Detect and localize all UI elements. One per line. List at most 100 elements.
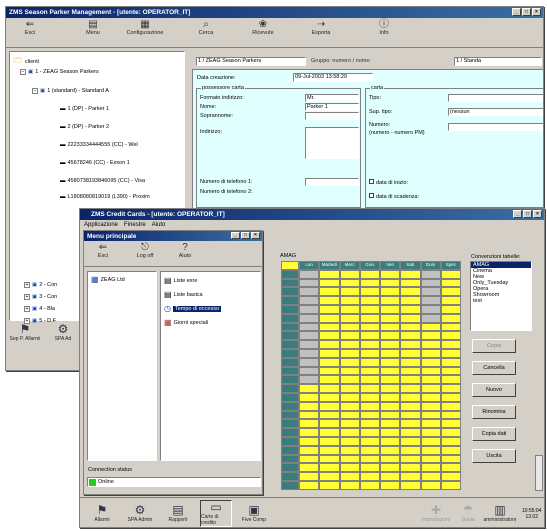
grid-cell[interactable] — [400, 340, 421, 349]
list-item-selected[interactable]: ◷ Tempo di eccesso — [164, 304, 222, 313]
grid-cell[interactable] — [440, 428, 461, 437]
grid-cell[interactable] — [359, 375, 380, 385]
grid-cell[interactable] — [299, 472, 320, 481]
grid-cell[interactable] — [339, 366, 360, 376]
grid-cell[interactable] — [339, 393, 360, 402]
grid-cell[interactable] — [359, 419, 380, 429]
rename-button[interactable]: Rinomina — [472, 405, 516, 419]
grid-cell[interactable] — [299, 401, 320, 411]
grid-cell[interactable] — [440, 296, 461, 305]
tool-search[interactable]: ⌕ Cerca — [186, 20, 226, 37]
name-field[interactable]: Parker 1 — [305, 103, 359, 111]
grid-cell[interactable] — [319, 375, 340, 385]
copy-data-button[interactable]: Copia dati — [472, 427, 516, 441]
grid-header-cell[interactable]: Spec — [440, 261, 461, 270]
grid-cell[interactable] — [339, 375, 360, 385]
taskbar-five-comp[interactable]: ▣ Five Comp — [238, 504, 270, 524]
grid-cell[interactable] — [339, 296, 360, 305]
grid-cell[interactable] — [400, 287, 421, 297]
maximize-button[interactable]: □ — [241, 232, 250, 239]
tool-help[interactable]: ? Aiuto — [170, 243, 200, 260]
close-button[interactable]: × — [533, 210, 542, 218]
taskbar-reports[interactable]: ▤ Rapporti — [162, 504, 194, 524]
grid-cell[interactable] — [319, 428, 340, 437]
tree-item[interactable]: ▬ 4580738193846095 (CC) - Visa — [60, 178, 145, 184]
grid-cell[interactable] — [319, 313, 340, 323]
grid-cell[interactable] — [440, 437, 461, 446]
grid-cell[interactable] — [299, 349, 320, 358]
grid-cell[interactable] — [440, 384, 461, 393]
tree-item[interactable]: ▦ ZEAG Ltd — [91, 275, 125, 284]
grid-cell[interactable] — [319, 384, 340, 393]
season-parker-titlebar[interactable]: ZMS Season Parker Management - [utente: … — [6, 7, 543, 18]
grid-cell[interactable] — [400, 349, 421, 358]
path-field[interactable]: 1 / ZEAG Season Parkers — [196, 57, 306, 66]
grid-cell[interactable] — [339, 401, 360, 411]
grid-cell[interactable] — [420, 454, 441, 464]
tool-logoff[interactable]: ⎋ Log off — [128, 243, 162, 260]
grid-cell[interactable] — [440, 349, 461, 358]
grid-cell[interactable] — [380, 410, 401, 420]
time-grid[interactable]: Lun Martedì Merc Giov Ven Sab Dom Spec — [281, 261, 461, 490]
address-field[interactable] — [305, 127, 359, 159]
grid-cell[interactable] — [420, 305, 441, 314]
grid-cell[interactable] — [380, 375, 401, 385]
grid-cell[interactable] — [440, 481, 461, 490]
maximize-button[interactable]: □ — [523, 210, 532, 218]
grid-cell[interactable] — [420, 278, 441, 288]
grid-cell[interactable] — [359, 349, 380, 358]
grid-cell[interactable] — [319, 481, 340, 490]
grid-cell[interactable] — [380, 384, 401, 393]
grid-cell[interactable] — [319, 340, 340, 349]
copy-button[interactable]: Copia — [472, 339, 516, 353]
expand-icon[interactable]: + — [24, 306, 30, 312]
grid-cell[interactable] — [440, 472, 461, 481]
grid-cell[interactable] — [319, 437, 340, 446]
grid-header-cell[interactable]: Merc — [339, 261, 360, 270]
delete-button[interactable]: Cancella — [472, 361, 516, 375]
grid-cell[interactable] — [359, 437, 380, 446]
grid-cell[interactable] — [319, 331, 340, 341]
grid-cell[interactable] — [420, 401, 441, 411]
grid-cell[interactable] — [400, 454, 421, 464]
grid-cell[interactable] — [440, 278, 461, 288]
grid-cell[interactable] — [380, 454, 401, 464]
grid-cell[interactable] — [440, 463, 461, 473]
list-item[interactable]: ▤ Liste basica — [164, 290, 203, 299]
grid-cell[interactable] — [299, 481, 320, 490]
grid-cell[interactable] — [420, 463, 441, 473]
grid-cell[interactable] — [420, 384, 441, 393]
grid-cell[interactable] — [299, 419, 320, 429]
grid-cell[interactable] — [339, 428, 360, 437]
grid-cell[interactable] — [319, 366, 340, 376]
tree-item[interactable]: − ▣ 1 (standard) - Standard A — [32, 88, 109, 94]
grid-cell[interactable] — [420, 410, 441, 420]
tree-item[interactable]: + ▣ 3 - Con — [24, 294, 57, 300]
number-field[interactable] — [448, 123, 543, 131]
tool-menu[interactable]: ▤ Menu — [70, 20, 116, 37]
grid-cell[interactable] — [380, 357, 401, 367]
grid-cell[interactable] — [440, 313, 461, 323]
grid-cell[interactable] — [380, 269, 401, 279]
grid-cell[interactable] — [400, 401, 421, 411]
grid-cell[interactable] — [339, 331, 360, 341]
grid-cell[interactable] — [380, 428, 401, 437]
list-item[interactable]: ▦ Giorni speciali — [164, 318, 208, 327]
grid-cell[interactable] — [400, 322, 421, 332]
grid-cell[interactable] — [359, 331, 380, 341]
grid-cell[interactable] — [440, 357, 461, 367]
grid-cell[interactable] — [319, 322, 340, 332]
grid-cell[interactable] — [400, 366, 421, 376]
grid-cell[interactable] — [440, 287, 461, 297]
grid-cell[interactable] — [359, 463, 380, 473]
grid-cell[interactable] — [319, 393, 340, 402]
grid-cell[interactable] — [339, 410, 360, 420]
grid-cell[interactable] — [400, 472, 421, 481]
phone1-field[interactable] — [305, 178, 359, 186]
grid-cell[interactable] — [380, 349, 401, 358]
grid-cell[interactable] — [440, 305, 461, 314]
grid-cell[interactable] — [420, 472, 441, 481]
grid-cell[interactable] — [420, 322, 441, 332]
grid-cell[interactable] — [359, 287, 380, 297]
grid-cell[interactable] — [440, 375, 461, 385]
